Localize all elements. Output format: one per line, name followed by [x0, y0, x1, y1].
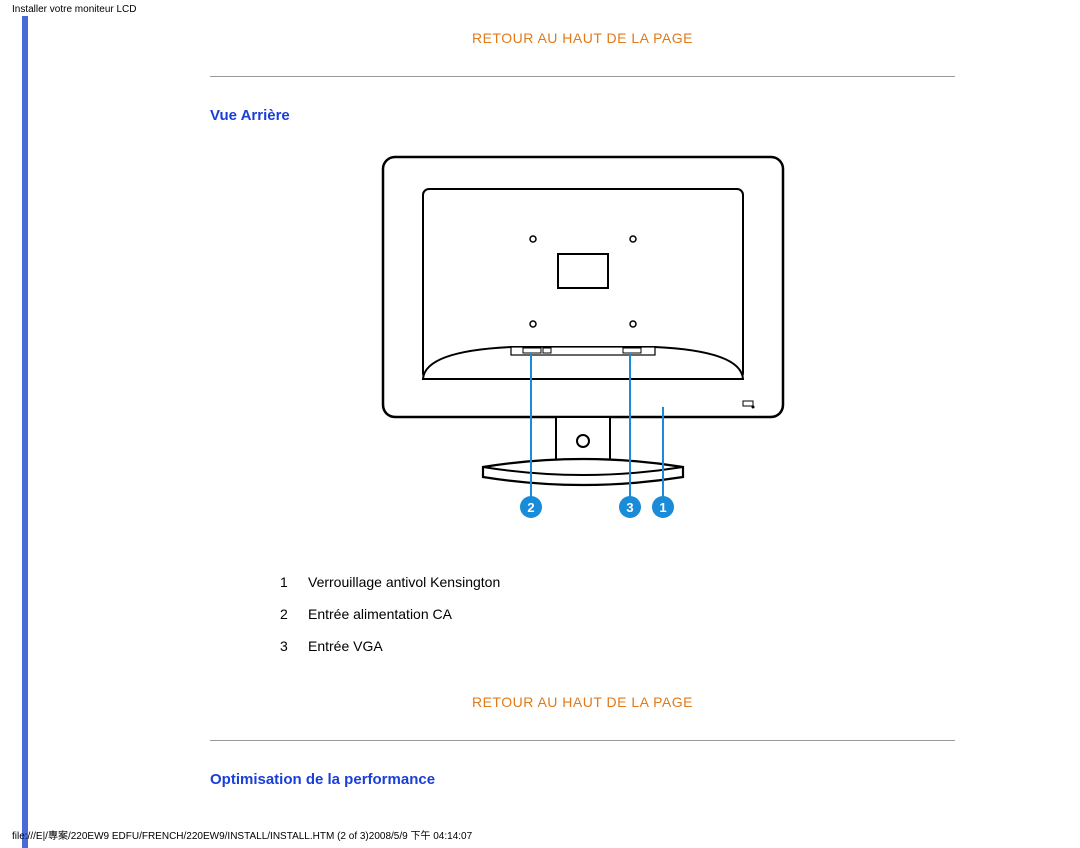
legend-row: 2 Entrée alimentation CA	[280, 606, 955, 622]
page-header-title: Installer votre moniteur LCD	[12, 4, 137, 15]
svg-text:3: 3	[626, 500, 633, 515]
legend-num: 2	[280, 606, 308, 622]
back-to-top-label: RETOUR AU HAUT DE LA PAGE	[472, 30, 693, 46]
divider-2	[210, 740, 955, 741]
back-to-top-link-2[interactable]: RETOUR AU HAUT DE LA PAGE	[210, 694, 955, 710]
legend-text: Entrée alimentation CA	[308, 606, 452, 622]
legend-row: 3 Entrée VGA	[280, 638, 955, 654]
left-accent-stripe	[22, 16, 28, 848]
rear-view-diagram: 2 3 1	[210, 149, 955, 544]
svg-text:1: 1	[659, 500, 666, 515]
callout-1: 1	[652, 496, 674, 518]
callout-2: 2	[520, 496, 542, 518]
divider-1	[210, 76, 955, 77]
footer-file-path: file:///E|/專案/220EW9 EDFU/FRENCH/220EW9/…	[12, 827, 472, 842]
rear-view-legend: 1 Verrouillage antivol Kensington 2 Entr…	[280, 574, 955, 654]
legend-text: Entrée VGA	[308, 638, 383, 654]
monitor-rear-svg: 2 3 1	[363, 149, 803, 539]
back-to-top-link-1[interactable]: RETOUR AU HAUT DE LA PAGE	[210, 30, 955, 46]
main-content: RETOUR AU HAUT DE LA PAGE Vue Arrière	[210, 0, 955, 813]
section-heading-perf-opt: Optimisation de la performance	[210, 771, 955, 788]
legend-text: Verrouillage antivol Kensington	[308, 574, 500, 590]
callout-3: 3	[619, 496, 641, 518]
back-to-top-label: RETOUR AU HAUT DE LA PAGE	[472, 694, 693, 710]
legend-num: 1	[280, 574, 308, 590]
legend-row: 1 Verrouillage antivol Kensington	[280, 574, 955, 590]
section-heading-rear-view: Vue Arrière	[210, 107, 955, 124]
svg-text:2: 2	[527, 500, 534, 515]
legend-num: 3	[280, 638, 308, 654]
